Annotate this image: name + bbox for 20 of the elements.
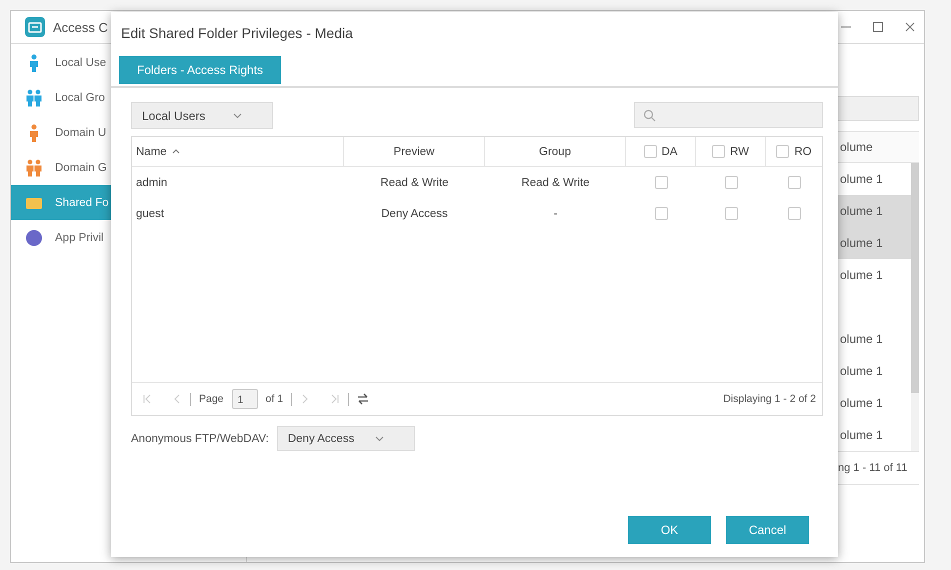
table-cell: olume 1	[840, 268, 883, 282]
table-cell: Deny Access	[381, 208, 448, 220]
table-cell: Read & Write	[521, 176, 590, 188]
table-cell: olume 1	[840, 236, 883, 250]
table-cell: olume 1	[840, 172, 883, 186]
app-title: Access C	[53, 20, 108, 34]
table-cell: olume 1	[840, 364, 883, 378]
page-count: of 1	[266, 393, 284, 405]
table-cell: olume 1	[840, 428, 883, 442]
table-cell: olume 1	[840, 204, 883, 218]
table-cell: olume 1	[840, 332, 883, 346]
table-cell: Read & Write	[380, 176, 449, 188]
field-label: Anonymous FTP/WebDAV:	[131, 432, 269, 444]
table-cell: admin	[136, 176, 168, 188]
page-label: Page	[199, 393, 224, 405]
dialog-title: Edit Shared Folder Privileges - Media	[120, 24, 354, 43]
table-cell: -	[554, 208, 558, 220]
table-cell: olume 1	[840, 396, 883, 410]
table-cell: guest	[136, 208, 164, 220]
paging-summary: Displaying 1 - 2 of 2	[723, 393, 816, 405]
